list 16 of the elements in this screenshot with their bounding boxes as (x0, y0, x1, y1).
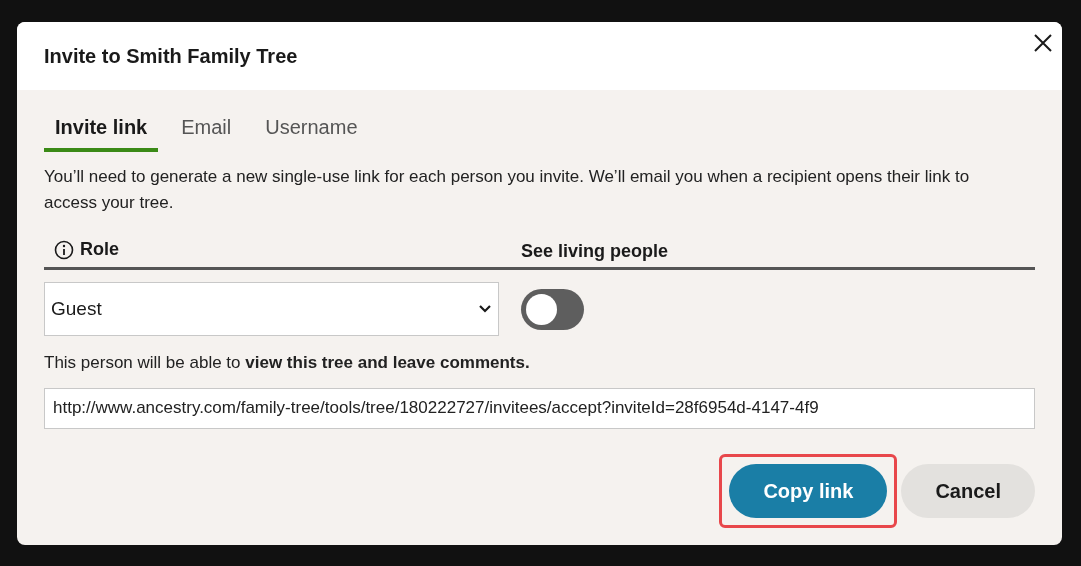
chevron-down-icon (478, 304, 492, 314)
role-label: Role (80, 238, 119, 261)
invite-link-field[interactable]: http://www.ancestry.com/family-tree/tools/tree/180222727/invitees/accept?inviteId=28f6954d-4147-4f9 (44, 387, 1035, 429)
tab[interactable]: Username (254, 112, 369, 152)
permission-text: This person will be able to view this tree and leave comments. (44, 352, 531, 374)
description-text: You’ll need to generate a new single-use link for each person you invite. We’ll email you when a recipient opens their link to access your tree. (44, 166, 971, 214)
toggle-switch[interactable] (521, 288, 584, 330)
dialog-title: Invite to Smith Family Tree (44, 44, 298, 69)
info-icon[interactable] (54, 239, 74, 260)
tab[interactable]: Invite link (44, 112, 159, 152)
living-people-label: See living people (521, 240, 669, 263)
copy-link-button[interactable]: Copy link (729, 463, 888, 518)
role-select[interactable]: Guest (44, 282, 499, 336)
close-icon[interactable] (1032, 32, 1054, 54)
tab[interactable]: Email (170, 112, 243, 152)
cancel-button[interactable]: Cancel (901, 463, 1035, 518)
